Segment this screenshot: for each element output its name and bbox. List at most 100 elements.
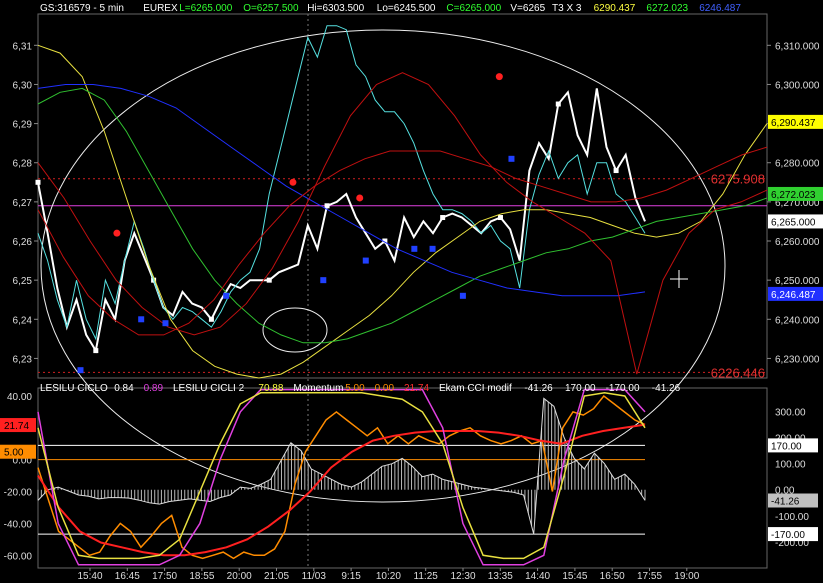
indicator-value-ciclo: 0.84: [114, 383, 134, 394]
close-marker: [35, 179, 41, 185]
indicator-name-ciclo: LESILU CICLO: [40, 383, 108, 394]
indicator-tick-left: -40.00: [4, 519, 33, 530]
header-open: O=6257.500: [243, 3, 299, 14]
blue-signal-dot: [162, 320, 169, 327]
y-tick-label-left: 6,29: [13, 120, 33, 131]
header-ma-1: 6290.437: [594, 3, 636, 14]
close-marker: [440, 215, 446, 221]
indicator-tick-left: -20.00: [4, 488, 33, 499]
blue-signal-dot: [411, 245, 418, 252]
close-marker: [93, 348, 99, 354]
y-tick-label-right: 6,300.000: [775, 80, 820, 91]
x-tick-label: 15:40: [77, 571, 102, 582]
indicator-name-cicli2: LESILU CICLI 2: [173, 383, 245, 394]
indicator-value-cci: -41.26: [652, 383, 681, 394]
indicator-right-box-text: -170.00: [771, 530, 805, 541]
y-tick-label-right: 6,260.000: [775, 237, 820, 248]
indicator-value-momentum: 0.00: [375, 383, 395, 394]
indicator-value-cci: -41.26: [524, 383, 553, 394]
price-series-cyan: [37, 25, 646, 341]
indicator-tick-right: 300.00: [775, 407, 806, 418]
y-tick-label-left: 6,30: [13, 80, 33, 91]
y-tick-label-left: 6,23: [13, 354, 33, 365]
x-tick-label: 17:50: [152, 571, 177, 582]
indicator-series-yellow2: [37, 392, 646, 560]
indicator-name-cci: Ekam CCI modif: [439, 383, 512, 394]
x-tick-label: 9:15: [341, 571, 361, 582]
price-label-text: 6,272.023: [771, 190, 816, 201]
close-marker: [497, 215, 503, 221]
chart-window: 6,31 6,30 6,29 6,28 6,27 6,26 6,25 6,24 6,23 6,31…: [0, 0, 823, 583]
indicator-name-momentum: Momentum: [293, 383, 343, 394]
header-high: Hi=6303.500: [307, 3, 364, 14]
x-tick-label: 11:25: [414, 571, 439, 582]
x-tick-label: 18:55: [189, 571, 214, 582]
x-tick-label: 13:35: [488, 571, 513, 582]
x-tick-label: 19:00: [674, 571, 699, 582]
blue-signal-dot: [362, 257, 369, 264]
blue-signal-dot: [459, 292, 466, 299]
x-tick-label: 10:20: [376, 571, 401, 582]
header-ma-3: 6246.487: [699, 3, 741, 14]
close-marker: [208, 316, 214, 322]
x-tick-label: 21:05: [264, 571, 289, 582]
red-signal-dot: [495, 73, 503, 81]
x-tick-label: 17:55: [637, 571, 662, 582]
header-exchange: EUREX: [143, 3, 178, 14]
price-label-text: 6,246.487: [771, 290, 816, 301]
y-tick-label-right: 6,310.000: [775, 41, 820, 52]
red-signal-dot: [289, 178, 297, 186]
red-signal-dot: [356, 194, 364, 202]
indicator-value-momentum: 5.00: [345, 383, 365, 394]
price-series-green: [37, 87, 768, 344]
x-tick-label: 12:30: [450, 571, 475, 582]
y-tick-label-right: 6,230.000: [775, 354, 820, 365]
indicator-right-box-text: -41.26: [771, 497, 800, 508]
annotation-ellipse-large[interactable]: [40, 29, 726, 503]
blue-signal-dot: [429, 245, 436, 252]
trading-chart[interactable]: 6,31 6,30 6,29 6,28 6,27 6,26 6,25 6,24 6,23 6,31…: [0, 0, 823, 583]
close-marker: [324, 203, 330, 209]
indicator-tick-left: -60.00: [4, 551, 33, 562]
y-tick-label-left: 6,31: [13, 41, 33, 52]
indicator-value-cci: 170.00: [565, 383, 596, 394]
header-symbol: GS:316579 - 5 min: [40, 3, 124, 14]
indicator-value-cci: -170.00: [606, 383, 640, 394]
x-tick-label: 20:00: [227, 571, 252, 582]
y-tick-label-right: 6,250.000: [775, 276, 820, 287]
close-marker: [613, 168, 619, 174]
close-marker: [555, 101, 561, 107]
y-tick-label-right: 6,240.000: [775, 315, 820, 326]
header-ma-2: 6272.023: [646, 3, 688, 14]
level-label: 6226.446: [711, 365, 765, 380]
blue-signal-dot: [320, 277, 327, 284]
blue-signal-dot: [223, 292, 230, 299]
indicator-value-momentum: 21.74: [404, 383, 429, 394]
y-tick-label-left: 6,28: [13, 159, 33, 170]
price-panel-frame: [37, 13, 768, 379]
header-close: C=6265.000: [446, 3, 501, 14]
blue-signal-dot: [138, 316, 145, 323]
x-tick-label: 16:45: [115, 571, 140, 582]
indicator-value-cicli2: 70.88: [258, 383, 283, 394]
blue-signal-dot: [77, 367, 84, 374]
price-series-red2: [37, 146, 768, 336]
x-tick-label: 15:45: [562, 571, 587, 582]
indicator-value-ciclo-2: 0.89: [144, 383, 164, 394]
y-tick-label-left: 6,27: [13, 198, 33, 209]
header-volume: V=6265: [510, 3, 545, 14]
red-signal-dot: [113, 229, 121, 237]
price-series-close: [37, 88, 646, 354]
blue-signal-dot: [508, 155, 515, 162]
x-tick-label: 16:50: [600, 571, 625, 582]
y-tick-label-left: 6,25: [13, 276, 33, 287]
header-timeframe: T3 X 3: [552, 3, 582, 14]
header-last: L=6265.000: [179, 3, 233, 14]
close-marker: [266, 277, 272, 283]
indicator-tick-left: 40.00: [7, 392, 32, 403]
level-label: 6275.908: [711, 172, 765, 187]
x-tick-label: 14:40: [525, 571, 550, 582]
header-low: Lo=6245.500: [377, 3, 436, 14]
price-label-text: 6,290.437: [771, 118, 816, 129]
x-tick-label: 11/03: [302, 571, 327, 582]
